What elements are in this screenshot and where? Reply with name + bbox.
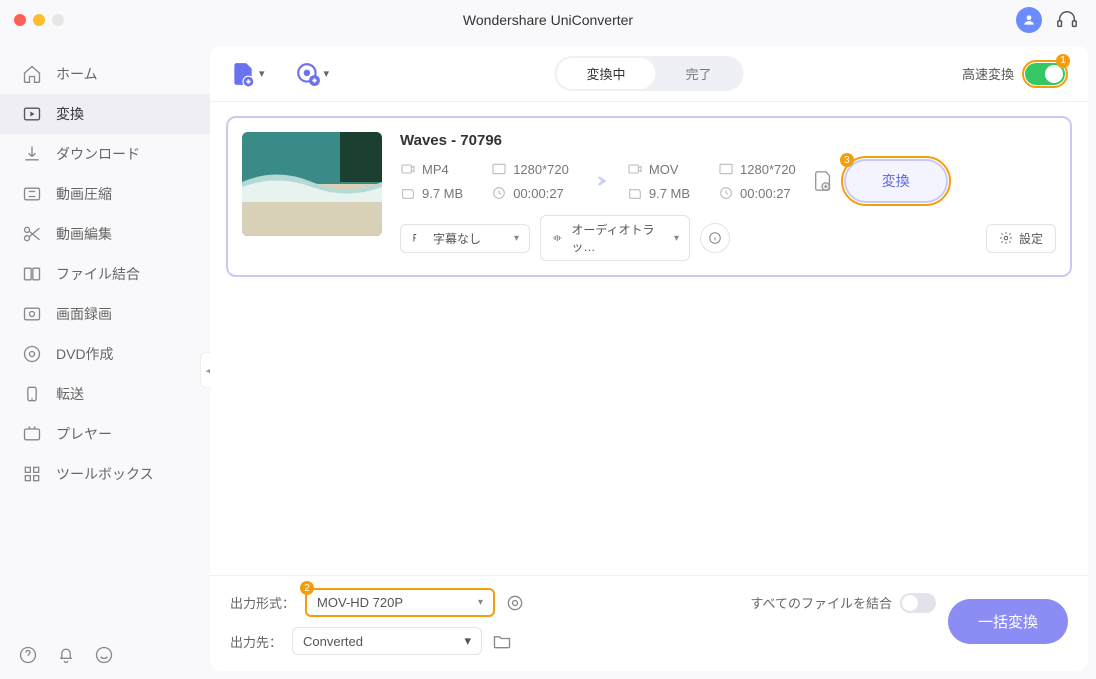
- sidebar-item-label: ツールボックス: [56, 464, 154, 484]
- minimize-window[interactable]: [33, 14, 45, 26]
- app-title: Wondershare UniConverter: [0, 12, 1096, 28]
- resolution-icon: [491, 161, 507, 177]
- record-icon: [22, 304, 42, 324]
- sidebar-item-merge[interactable]: ファイル結合: [0, 254, 210, 294]
- gear-icon: [999, 231, 1013, 245]
- audio-icon: [551, 231, 563, 245]
- clock-icon: [718, 185, 734, 201]
- output-format-label: 出力形式：: [230, 593, 295, 612]
- window-controls: [14, 14, 64, 26]
- scissors-icon: [22, 224, 42, 244]
- main-panel: ▾ ▾ 変換中 完了 高速変換 1: [210, 46, 1088, 671]
- help-icon[interactable]: [18, 645, 38, 665]
- source-info: MP4 1280*720 9.7 MB 00:00:27: [400, 161, 569, 201]
- subtitle-select[interactable]: 字幕なし ▾: [400, 224, 530, 253]
- add-disc-button[interactable]: ▾: [295, 61, 330, 87]
- open-folder-icon[interactable]: [492, 631, 512, 651]
- video-icon: [627, 161, 643, 177]
- sidebar-item-label: 動画編集: [56, 224, 112, 244]
- file-name: Waves - 70796: [400, 132, 1056, 149]
- merge-toggle[interactable]: [900, 593, 936, 613]
- chevron-down-icon: ▾: [324, 67, 330, 80]
- sidebar-item-toolbox[interactable]: ツールボックス: [0, 454, 210, 494]
- toolbar: ▾ ▾ 変換中 完了 高速変換 1: [210, 46, 1088, 102]
- file-settings-icon[interactable]: [812, 170, 834, 192]
- close-window[interactable]: [14, 14, 26, 26]
- fast-convert-label: 高速変換: [962, 64, 1014, 83]
- disc-icon: [22, 344, 42, 364]
- sidebar-item-compress[interactable]: 動画圧縮: [0, 174, 210, 214]
- file-card: Waves - 70796 MP4 1280*720 9.7 MB 00:00:…: [226, 116, 1072, 277]
- add-file-button[interactable]: ▾: [230, 61, 265, 87]
- settings-button[interactable]: 設定: [986, 224, 1056, 253]
- compress-icon: [22, 184, 42, 204]
- video-icon: [400, 161, 416, 177]
- chevron-down-icon: ▾: [259, 67, 265, 80]
- convert-button[interactable]: 変換: [844, 159, 948, 203]
- sidebar-item-label: 変換: [56, 104, 84, 124]
- merge-label: すべてのファイルを結合: [750, 593, 892, 612]
- sidebar-item-download[interactable]: ダウンロード: [0, 134, 210, 174]
- sidebar-item-home[interactable]: ホーム: [0, 54, 210, 94]
- info-icon: [708, 231, 722, 245]
- footer: 出力形式： 2 MOV-HD 720P ▾ すべてのファイルを結合: [210, 575, 1088, 671]
- sidebar-item-transfer[interactable]: 転送: [0, 374, 210, 414]
- sidebar-item-convert[interactable]: 変換: [0, 94, 210, 134]
- badge-2: 2: [300, 581, 314, 595]
- format-settings-icon[interactable]: [505, 593, 525, 613]
- badge-3: 3: [840, 153, 854, 167]
- tab-converting[interactable]: 変換中: [556, 58, 655, 89]
- sidebar-item-player[interactable]: プレヤー: [0, 414, 210, 454]
- sidebar-item-label: DVD作成: [56, 344, 114, 364]
- arrow-right-icon: [585, 168, 611, 194]
- feedback-icon[interactable]: [94, 645, 114, 665]
- player-icon: [22, 424, 42, 444]
- sidebar-item-label: 画面録画: [56, 304, 112, 324]
- user-avatar[interactable]: [1016, 7, 1042, 33]
- home-icon: [22, 64, 42, 84]
- sidebar-item-record[interactable]: 画面録画: [0, 294, 210, 334]
- fast-convert-toggle-group: 高速変換 1: [962, 60, 1068, 88]
- sidebar-item-label: プレヤー: [56, 424, 112, 444]
- audio-track-select[interactable]: オーディオトラッ… ▾: [540, 215, 690, 261]
- output-dest-label: 出力先：: [230, 632, 282, 651]
- sidebar-item-label: 動画圧縮: [56, 184, 112, 204]
- grid-icon: [22, 464, 42, 484]
- maximize-window[interactable]: [52, 14, 64, 26]
- sidebar-item-label: 転送: [56, 384, 84, 404]
- add-disc-icon: [295, 61, 321, 87]
- video-thumbnail[interactable]: [242, 132, 382, 236]
- sidebar-item-label: ホーム: [56, 64, 98, 84]
- sidebar-item-edit[interactable]: 動画編集: [0, 214, 210, 254]
- add-file-icon: [230, 61, 256, 87]
- subtitle-icon: [411, 231, 425, 245]
- info-button[interactable]: [700, 223, 730, 253]
- titlebar: Wondershare UniConverter: [0, 0, 1096, 40]
- resolution-icon: [718, 161, 734, 177]
- convert-icon: [22, 104, 42, 124]
- batch-convert-button[interactable]: 一括変換: [948, 599, 1068, 644]
- size-icon: [627, 185, 643, 201]
- output-dest-select[interactable]: Converted ▾: [292, 627, 482, 655]
- sidebar-item-label: ダウンロード: [56, 144, 140, 164]
- tab-done[interactable]: 完了: [656, 58, 742, 89]
- chevron-down-icon: ▾: [674, 233, 679, 244]
- bell-icon[interactable]: [56, 645, 76, 665]
- sidebar-item-label: ファイル結合: [56, 264, 140, 284]
- clock-icon: [491, 185, 507, 201]
- output-format-select[interactable]: MOV-HD 720P ▾: [305, 588, 495, 617]
- support-icon[interactable]: [1056, 9, 1078, 31]
- transfer-icon: [22, 384, 42, 404]
- target-info: MOV 1280*720 9.7 MB 00:00:27: [627, 161, 796, 201]
- chevron-down-icon: ▾: [478, 597, 483, 608]
- merge-icon: [22, 264, 42, 284]
- chevron-down-icon: ▾: [464, 633, 471, 649]
- badge-1: 1: [1056, 54, 1070, 68]
- chevron-down-icon: ▾: [514, 233, 519, 244]
- size-icon: [400, 185, 416, 201]
- download-icon: [22, 144, 42, 164]
- status-tabs: 変換中 完了: [554, 56, 743, 91]
- sidebar: ホーム 変換 ダウンロード 動画圧縮 動画編集 ファイル結合 画面録画 DVD: [0, 40, 210, 679]
- sidebar-item-dvd[interactable]: DVD作成: [0, 334, 210, 374]
